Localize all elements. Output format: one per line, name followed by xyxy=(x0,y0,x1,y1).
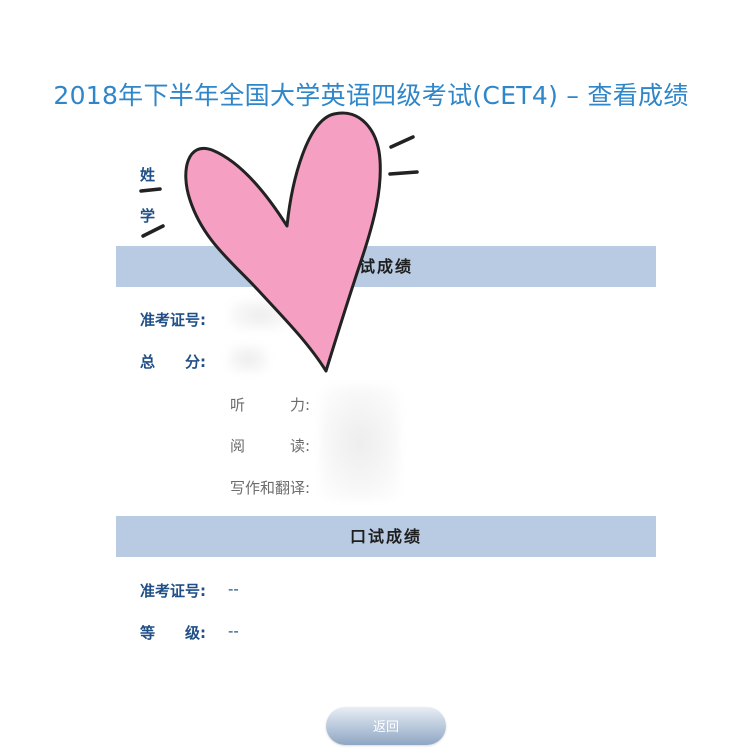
heart-sticker-overlay xyxy=(139,111,419,373)
heart-sticker xyxy=(184,111,382,373)
